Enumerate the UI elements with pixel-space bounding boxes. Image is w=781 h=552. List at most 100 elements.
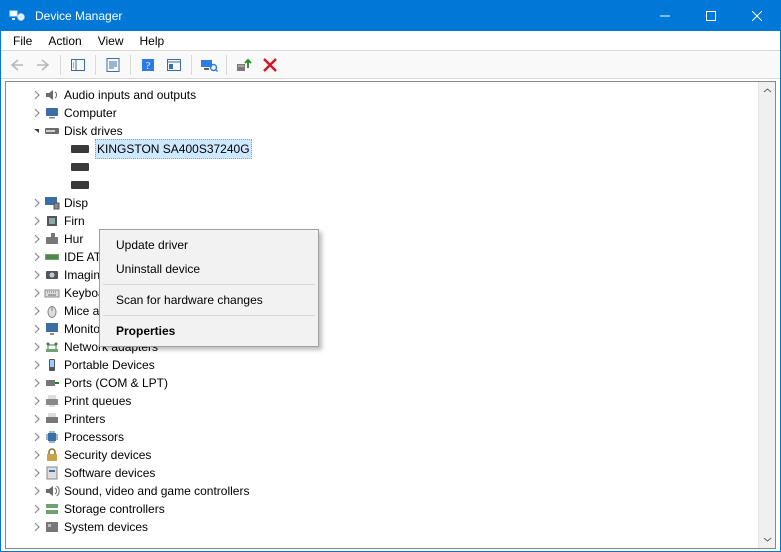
category-icon xyxy=(44,393,64,409)
drive-icon xyxy=(71,145,89,153)
chevron-right-icon[interactable] xyxy=(32,486,44,496)
category-icon xyxy=(44,267,64,283)
context-sep xyxy=(103,284,315,285)
close-button[interactable] xyxy=(734,1,780,31)
action-panel-button[interactable] xyxy=(162,53,186,77)
chevron-right-icon[interactable] xyxy=(32,504,44,514)
category-icon xyxy=(44,501,64,517)
scan-hardware-button[interactable] xyxy=(197,53,221,77)
tree-category[interactable]: Printers xyxy=(10,410,775,428)
chevron-right-icon[interactable] xyxy=(32,90,44,100)
tree-category[interactable]: Portable Devices xyxy=(10,356,775,374)
tree-device[interactable]: KINGSTON SA400S37240G xyxy=(10,140,775,158)
tree-category[interactable]: Audio inputs and outputs xyxy=(10,86,775,104)
chevron-right-icon[interactable] xyxy=(32,108,44,118)
chevron-right-icon[interactable] xyxy=(32,360,44,370)
category-label: Computer xyxy=(64,104,117,122)
uninstall-button[interactable] xyxy=(258,53,282,77)
category-icon xyxy=(44,375,64,391)
category-label: Portable Devices xyxy=(64,356,155,374)
show-hide-tree-button[interactable] xyxy=(66,53,90,77)
device-manager-window: Device Manager File Action View Help xyxy=(0,0,781,552)
tree-category[interactable]: Computer xyxy=(10,104,775,122)
scroll-down-icon[interactable] xyxy=(759,531,776,548)
chevron-right-icon[interactable] xyxy=(32,288,44,298)
chevron-right-icon[interactable] xyxy=(32,522,44,532)
chevron-right-icon[interactable] xyxy=(32,270,44,280)
context-update-driver[interactable]: Update driver xyxy=(102,233,316,257)
menu-action[interactable]: Action xyxy=(40,33,89,49)
category-label: Storage controllers xyxy=(64,500,165,518)
forward-button[interactable] xyxy=(31,53,55,77)
context-sep xyxy=(103,315,315,316)
category-icon xyxy=(44,195,64,211)
chevron-right-icon[interactable] xyxy=(32,234,44,244)
menu-help[interactable]: Help xyxy=(132,33,173,49)
tree-device[interactable] xyxy=(10,176,775,194)
tree-category[interactable]: Security devices xyxy=(10,446,775,464)
category-icon xyxy=(44,105,64,121)
tree-category[interactable]: Ports (COM & LPT) xyxy=(10,374,775,392)
window-title: Device Manager xyxy=(35,9,122,23)
chevron-right-icon[interactable] xyxy=(32,198,44,208)
chevron-right-icon[interactable] xyxy=(32,378,44,388)
chevron-right-icon[interactable] xyxy=(32,396,44,406)
tree-device[interactable] xyxy=(10,158,775,176)
category-icon xyxy=(44,357,64,373)
scroll-up-icon[interactable] xyxy=(759,82,776,99)
category-icon xyxy=(44,321,64,337)
drive-icon xyxy=(71,181,89,189)
tree-category[interactable]: System devices xyxy=(10,518,775,536)
device-label: KINGSTON SA400S37240G xyxy=(95,139,252,159)
maximize-button[interactable] xyxy=(688,1,734,31)
chevron-right-icon[interactable] xyxy=(32,450,44,460)
chevron-down-icon[interactable] xyxy=(32,126,44,136)
chevron-right-icon[interactable] xyxy=(32,432,44,442)
tree-category[interactable]: Storage controllers xyxy=(10,500,775,518)
tree-category[interactable]: Print queues xyxy=(10,392,775,410)
tree-category[interactable]: Firn xyxy=(10,212,775,230)
category-label: Printers xyxy=(64,410,105,428)
chevron-right-icon[interactable] xyxy=(32,324,44,334)
chevron-right-icon[interactable] xyxy=(32,414,44,424)
help-button[interactable]: ? xyxy=(136,53,160,77)
chevron-right-icon[interactable] xyxy=(32,252,44,262)
context-uninstall[interactable]: Uninstall device xyxy=(102,257,316,281)
category-icon xyxy=(44,465,64,481)
context-scan-hardware[interactable]: Scan for hardware changes xyxy=(102,288,316,312)
tree-category[interactable]: Software devices xyxy=(10,464,775,482)
category-label: Security devices xyxy=(64,446,151,464)
category-icon xyxy=(44,447,64,463)
category-label: System devices xyxy=(64,518,148,536)
category-label: Disk drives xyxy=(64,122,123,140)
menu-file[interactable]: File xyxy=(5,33,40,49)
category-icon xyxy=(44,519,64,535)
minimize-button[interactable] xyxy=(642,1,688,31)
toolbar: ? xyxy=(1,51,780,79)
category-icon xyxy=(44,87,64,103)
context-properties[interactable]: Properties xyxy=(102,319,316,343)
category-icon xyxy=(44,303,64,319)
category-icon xyxy=(44,339,64,355)
update-driver-button[interactable] xyxy=(232,53,256,77)
titlebar: Device Manager xyxy=(1,1,780,31)
category-label: Firn xyxy=(64,212,85,230)
chevron-right-icon[interactable] xyxy=(32,468,44,478)
chevron-right-icon[interactable] xyxy=(32,342,44,352)
menu-view[interactable]: View xyxy=(90,33,132,49)
chevron-right-icon[interactable] xyxy=(32,306,44,316)
category-label: Audio inputs and outputs xyxy=(64,86,196,104)
tree-category[interactable]: Disk drives xyxy=(10,122,775,140)
properties-button[interactable] xyxy=(101,53,125,77)
category-icon xyxy=(44,231,64,247)
toolbar-sep xyxy=(130,55,131,75)
category-label: Software devices xyxy=(64,464,155,482)
category-icon xyxy=(44,249,64,265)
back-button[interactable] xyxy=(5,53,29,77)
category-icon xyxy=(44,285,64,301)
tree-category[interactable]: Disp xyxy=(10,194,775,212)
vertical-scrollbar[interactable] xyxy=(758,82,775,548)
tree-category[interactable]: Processors xyxy=(10,428,775,446)
tree-category[interactable]: Sound, video and game controllers xyxy=(10,482,775,500)
chevron-right-icon[interactable] xyxy=(32,216,44,226)
